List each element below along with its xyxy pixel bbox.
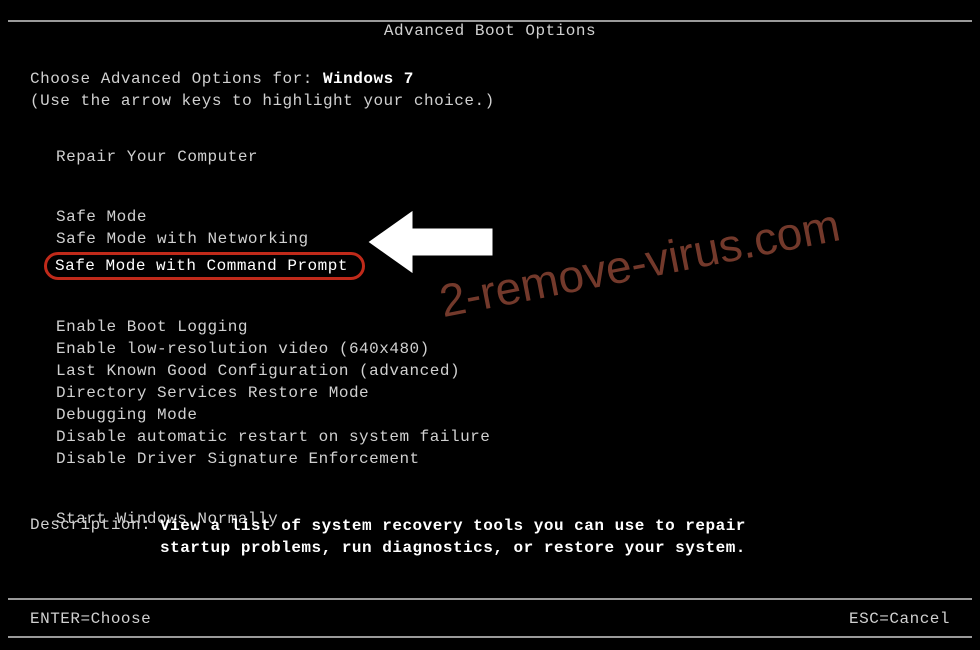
rule-bottom bbox=[8, 636, 972, 638]
prompt-prefix: Choose Advanced Options for: bbox=[30, 70, 313, 88]
description-text: View a list of system recovery tools you… bbox=[160, 516, 746, 559]
description-block: Description: View a list of system recov… bbox=[30, 516, 950, 559]
menu-option[interactable]: Disable Driver Signature Enforcement bbox=[52, 450, 424, 468]
menu-option[interactable]: Enable low-resolution video (640x480) bbox=[52, 340, 434, 358]
menu-option[interactable]: Disable automatic restart on system fail… bbox=[52, 428, 494, 446]
menu-option[interactable]: Enable Boot Logging bbox=[52, 318, 252, 336]
description-label: Description: bbox=[30, 516, 160, 559]
menu-option[interactable]: Safe Mode with Command Prompt bbox=[44, 252, 365, 280]
content-area: Choose Advanced Options for: Windows 7 (… bbox=[30, 70, 950, 532]
prompt-line: Choose Advanced Options for: Windows 7 bbox=[30, 70, 950, 88]
os-name: Windows 7 bbox=[323, 70, 414, 88]
menu-option[interactable]: Safe Mode with Networking bbox=[52, 230, 313, 248]
footer-enter[interactable]: ENTER=Choose bbox=[30, 610, 151, 628]
menu-option[interactable]: Directory Services Restore Mode bbox=[52, 384, 373, 402]
prompt-hint: (Use the arrow keys to highlight your ch… bbox=[30, 92, 950, 110]
menu-option[interactable]: Debugging Mode bbox=[52, 406, 201, 424]
footer-bar: ENTER=Choose ESC=Cancel bbox=[30, 610, 950, 628]
menu-option[interactable]: Repair Your Computer bbox=[52, 148, 262, 166]
menu-group: Repair Your Computer bbox=[52, 148, 950, 170]
footer-esc[interactable]: ESC=Cancel bbox=[849, 610, 950, 628]
menu-groups: Repair Your Computer Safe Mode Safe Mode w… bbox=[30, 148, 950, 532]
menu-option[interactable]: Safe Mode bbox=[52, 208, 151, 226]
menu-option[interactable]: Last Known Good Configuration (advanced) bbox=[52, 362, 464, 380]
rule-footer-top bbox=[8, 598, 972, 600]
menu-group: Safe ModeSafe Mode with NetworkingSafe M… bbox=[52, 208, 950, 284]
page-title: Advanced Boot Options bbox=[0, 22, 980, 40]
menu-group: Enable Boot Logging Enable low-resolution… bbox=[52, 318, 950, 472]
